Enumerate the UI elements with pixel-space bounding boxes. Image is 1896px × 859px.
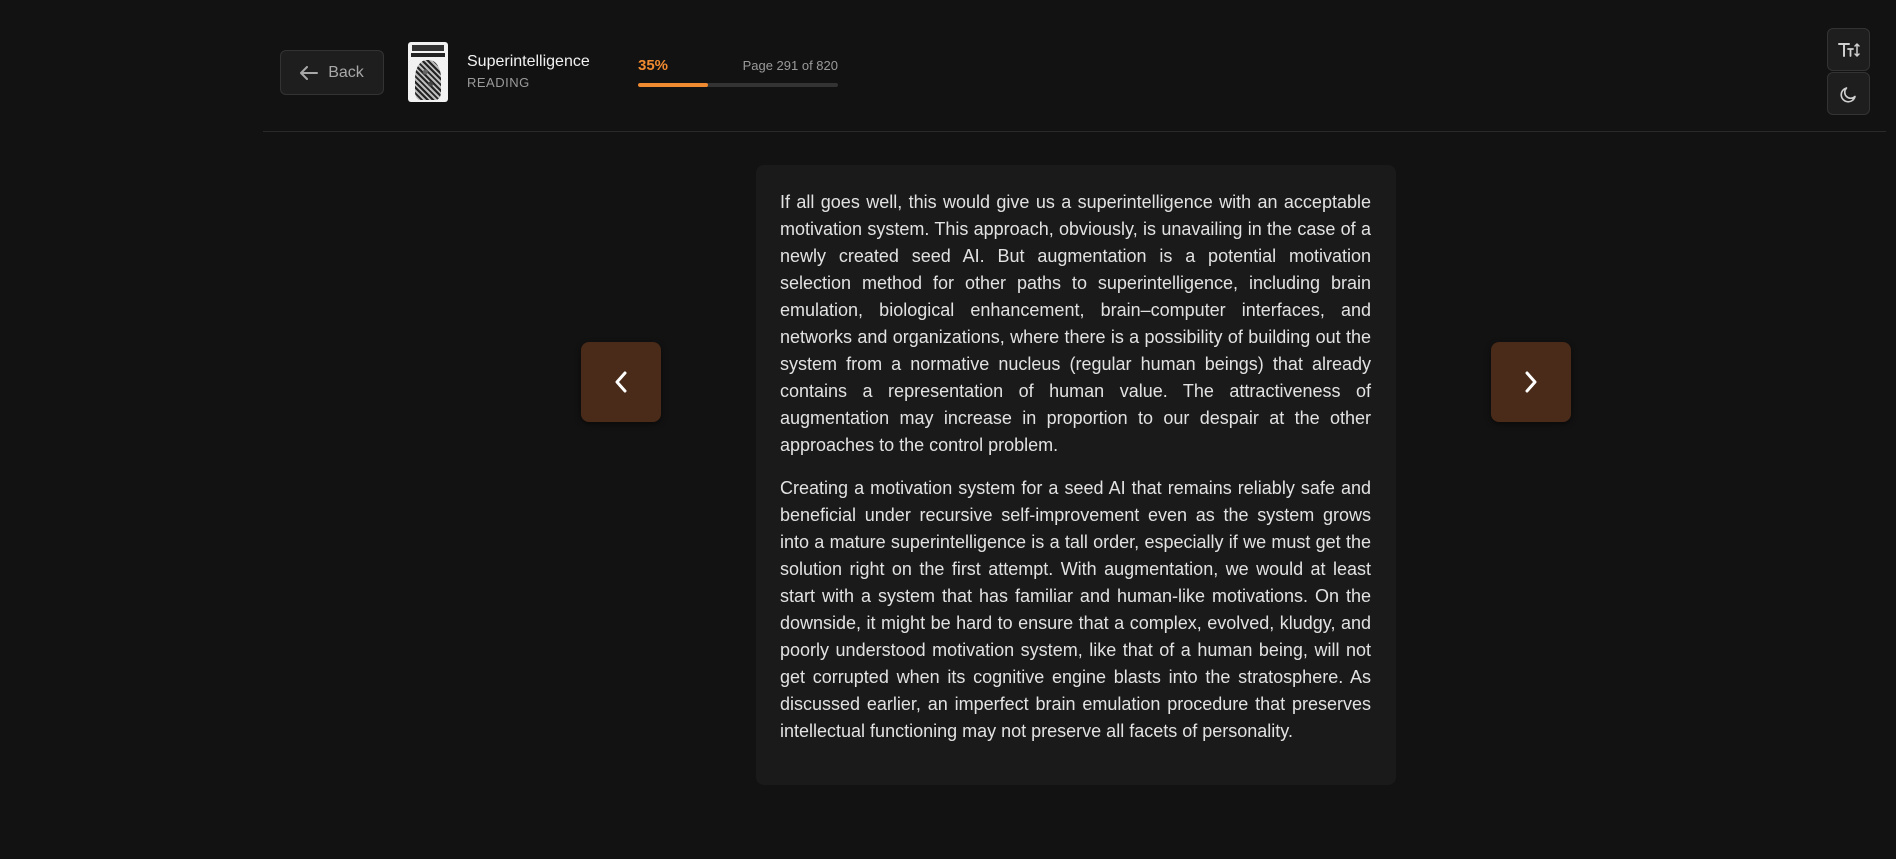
paragraph: If all goes well, this would give us a s… — [780, 192, 1371, 455]
page-indicator: Page 291 of 820 — [742, 58, 838, 73]
progress-percent: 35% — [638, 57, 669, 74]
back-button-label: Back — [328, 63, 364, 81]
back-button[interactable]: Back — [280, 50, 384, 95]
previous-page-button[interactable] — [581, 342, 661, 422]
paragraph: Creating a motivation system for a seed … — [780, 478, 1371, 741]
chevron-left-icon — [615, 371, 627, 393]
progress-bar-fill — [638, 83, 708, 87]
book-cover — [408, 42, 448, 102]
text-size-button[interactable] — [1827, 28, 1870, 71]
arrow-left-icon — [300, 65, 319, 80]
text-size-icon — [1837, 42, 1860, 57]
chevron-right-icon — [1525, 371, 1537, 393]
next-page-button[interactable] — [1491, 342, 1571, 422]
book-title: Superintelligence — [467, 53, 590, 70]
book-status: READING — [467, 75, 530, 90]
theme-toggle-button[interactable] — [1827, 72, 1870, 115]
reading-pane: If all goes well, this would give us a s… — [756, 165, 1396, 785]
moon-icon — [1839, 86, 1856, 103]
progress-bar — [638, 83, 838, 87]
reader-page: Back Superintelligence READING 35% Page … — [0, 0, 1896, 859]
